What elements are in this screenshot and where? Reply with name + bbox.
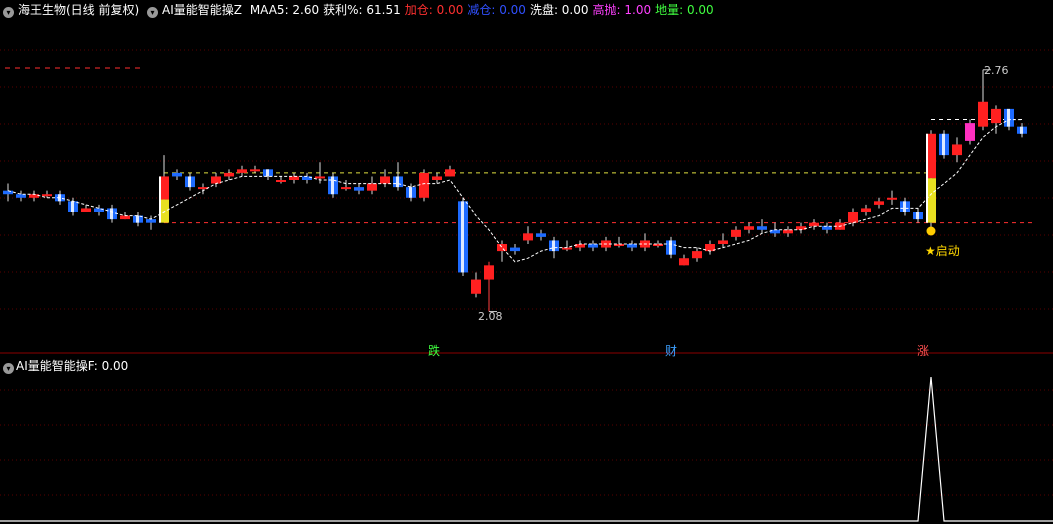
signal-cai: 财 <box>665 344 678 358</box>
indicator-menu-icon[interactable]: ▾ <box>147 7 159 18</box>
sub-indicator-name[interactable]: AI量能智能操F <box>16 359 94 373</box>
main-header: ▾ 海王生物(日线 前复权) ▾ AI量能智能操Z MAA5: 2.60 获利%: 6… <box>3 2 722 18</box>
candle-body <box>809 222 819 227</box>
candle-highlight <box>669 240 672 255</box>
header-item-3: 减仓: 0.00 <box>467 3 526 17</box>
candle-body <box>952 144 962 156</box>
header-item-0: MAA5: 2.60 <box>249 3 320 17</box>
candle-body <box>744 226 754 230</box>
menu-circle-icon[interactable]: ▾ <box>3 7 14 18</box>
candle-body <box>289 176 299 180</box>
candle-highlight <box>396 176 399 188</box>
candle-body <box>627 244 637 248</box>
candle-body <box>510 247 520 252</box>
candle-body <box>874 201 884 205</box>
candle-body <box>679 258 689 266</box>
low-price-label: 2.08 <box>478 310 503 323</box>
candle-highlight <box>552 240 555 252</box>
start-signal-label: ★启动 <box>925 244 960 258</box>
candle-highlight <box>1007 108 1010 127</box>
main-chart[interactable] <box>0 0 1053 524</box>
candle-body <box>42 194 52 197</box>
candle-highlight <box>916 212 919 220</box>
candle-body <box>276 180 286 182</box>
candle-body <box>731 229 741 237</box>
candle-body <box>211 176 221 184</box>
candle-body <box>822 226 832 230</box>
candle-body <box>315 176 325 179</box>
candle-highlight <box>136 215 139 223</box>
indicator-name[interactable]: AI量能智能操Z <box>162 3 242 17</box>
candle-body <box>497 244 507 252</box>
candle-body <box>419 172 429 198</box>
signal-die: 跌 <box>428 344 441 358</box>
sub-indicator-menu-icon[interactable]: ▾ <box>3 363 14 374</box>
candle-body <box>978 101 988 127</box>
candle-highlight <box>159 176 161 223</box>
sub-indicator-value: : 0.00 <box>93 359 129 373</box>
sub-header: ▾ AI量能智能操F: 0.00 <box>3 358 128 374</box>
candle-body <box>172 172 182 177</box>
header-item-6: 地量: 0.00 <box>655 3 714 17</box>
candle-body <box>536 233 546 237</box>
candle-highlight <box>461 201 464 273</box>
candle-body <box>341 187 351 190</box>
candle-body <box>692 251 702 259</box>
candle-body <box>484 265 494 280</box>
candle-body <box>523 233 533 241</box>
high-price-label: 2.76 <box>984 64 1009 77</box>
candle-body <box>380 176 390 184</box>
header-item-2: 加仓: 0.00 <box>404 3 464 17</box>
candle-highlight <box>331 176 334 195</box>
money-bag-icon <box>926 226 936 236</box>
candle-body <box>861 208 871 212</box>
signal-zhang: 涨 <box>917 344 930 358</box>
lower-indicator-line <box>0 376 1053 522</box>
header-item-1: 获利%: 61.51 <box>323 3 401 17</box>
candle-highlight <box>409 187 412 198</box>
candle-body <box>965 123 975 141</box>
candle-body <box>471 279 481 294</box>
candle-body <box>991 108 1001 124</box>
candle-highlight <box>1020 126 1023 134</box>
candle-body <box>718 240 728 244</box>
candle-body <box>783 229 793 234</box>
candle-highlight <box>266 169 269 177</box>
candle-body <box>16 194 26 198</box>
candle-highlight <box>942 133 945 156</box>
candle-body <box>445 169 455 177</box>
header-item-4: 洗盘: 0.00 <box>529 3 589 17</box>
candle-body <box>250 169 260 172</box>
header-item-5: 高抛: 1.00 <box>592 3 652 17</box>
candle-body <box>887 197 897 200</box>
candle-highlight <box>188 176 191 188</box>
star-icon: ★ <box>925 244 936 258</box>
candle-body <box>146 219 156 223</box>
candle-body <box>354 187 364 191</box>
candle-body <box>224 172 234 177</box>
candle-highlight <box>71 201 74 212</box>
candle-body <box>237 169 247 173</box>
candle-body <box>432 176 442 180</box>
candle-body <box>81 208 91 212</box>
candle-body <box>848 212 858 223</box>
candle-body <box>588 244 598 248</box>
candle-highlight <box>110 208 113 220</box>
candle-body <box>757 226 767 230</box>
candle-body <box>29 194 39 198</box>
stock-title[interactable]: 海王生物(日线 前复权) <box>18 3 139 17</box>
candle-highlight <box>926 133 928 223</box>
candle-highlight <box>903 201 906 212</box>
candle-body <box>367 183 377 191</box>
